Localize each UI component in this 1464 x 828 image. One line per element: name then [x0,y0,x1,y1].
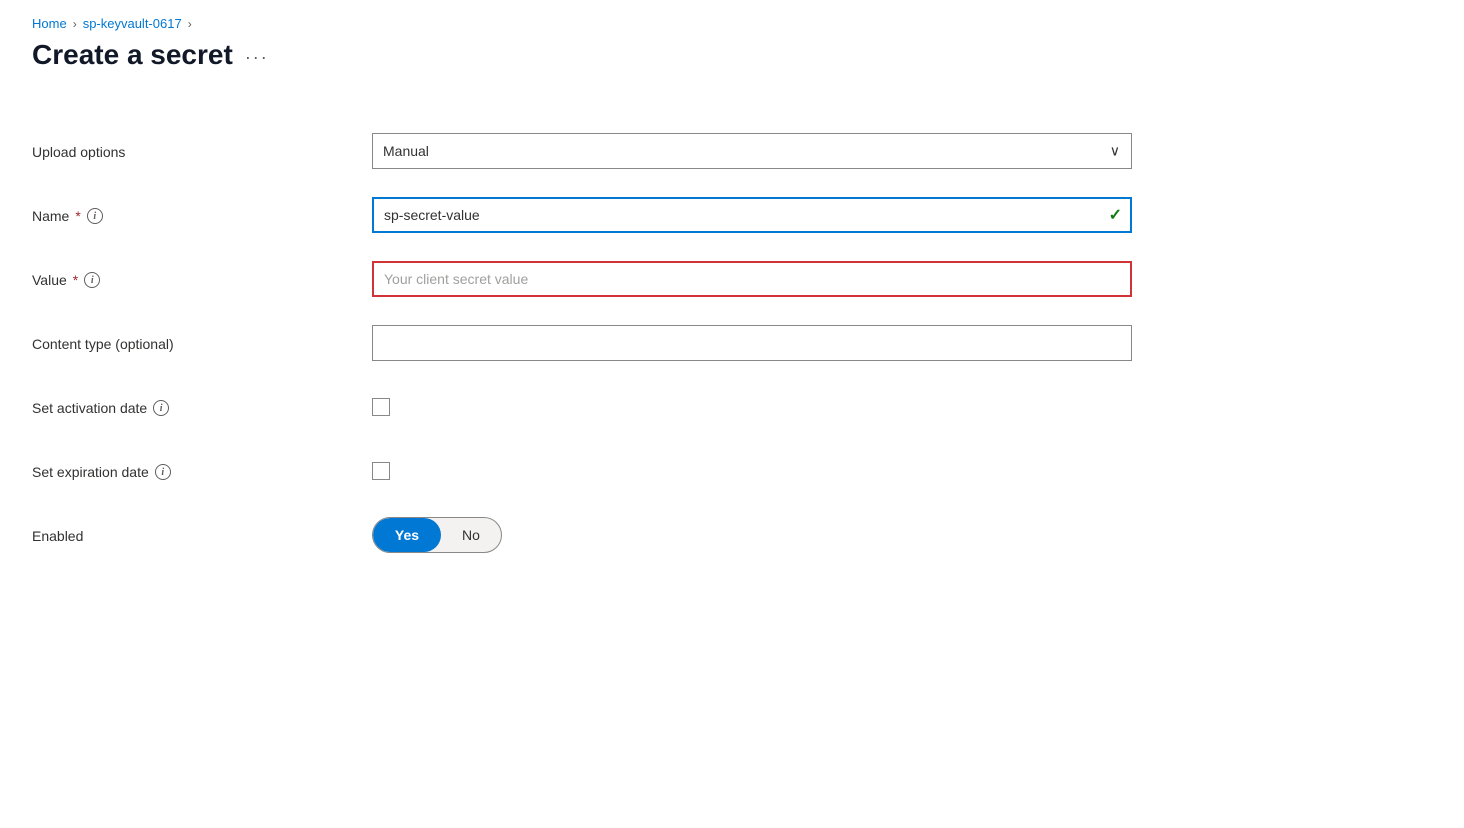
page-title: Create a secret [32,39,233,71]
enabled-label: Enabled [32,526,372,544]
create-secret-form: Upload options Manual Certificate Name *… [32,111,1132,555]
content-type-label: Content type (optional) [32,334,372,352]
value-label: Value * i [32,270,372,288]
name-input-container: ✓ [372,197,1132,233]
upload-options-row: Upload options Manual Certificate [32,131,1132,171]
name-info-icon[interactable]: i [87,208,103,224]
activation-date-label: Set activation date i [32,398,372,416]
expiration-date-label: Set expiration date i [32,462,372,480]
content-type-row: Content type (optional) [32,323,1132,363]
enabled-yes-button[interactable]: Yes [373,518,441,552]
expiration-date-row: Set expiration date i [32,451,1132,491]
name-row: Name * i ✓ [32,195,1132,235]
activation-date-row: Set activation date i [32,387,1132,427]
page-header: Create a secret ··· [32,39,1432,71]
upload-options-label: Upload options [32,142,372,160]
value-control [372,261,1132,297]
enabled-row: Enabled Yes No [32,515,1132,555]
enabled-no-button[interactable]: No [441,518,501,552]
value-row: Value * i [32,259,1132,299]
content-type-input[interactable] [372,325,1132,361]
breadcrumb-sep-1: › [73,17,77,31]
value-input[interactable] [372,261,1132,297]
enabled-toggle-group: Yes No [372,517,502,553]
content-type-control [372,325,1132,361]
value-required-star: * [73,272,78,288]
upload-options-select-wrapper: Manual Certificate [372,133,1132,169]
expiration-date-checkbox[interactable] [372,462,390,480]
name-required-star: * [75,208,80,224]
name-label: Name * i [32,206,372,224]
expiration-info-icon[interactable]: i [155,464,171,480]
name-control: ✓ [372,197,1132,233]
breadcrumb: Home › sp-keyvault-0617 › [32,16,1432,31]
name-checkmark-icon: ✓ [1109,205,1122,225]
name-input[interactable] [372,197,1132,233]
value-info-icon[interactable]: i [84,272,100,288]
activation-date-checkbox[interactable] [372,398,390,416]
upload-options-select[interactable]: Manual Certificate [372,133,1132,169]
expiration-date-control [372,462,1132,480]
more-options-button[interactable]: ··· [245,47,269,68]
upload-options-control: Manual Certificate [372,133,1132,169]
enabled-control: Yes No [372,517,1132,553]
activation-info-icon[interactable]: i [153,400,169,416]
activation-date-control [372,398,1132,416]
breadcrumb-keyvault[interactable]: sp-keyvault-0617 [83,16,182,31]
breadcrumb-home[interactable]: Home [32,16,67,31]
breadcrumb-sep-2: › [188,17,192,31]
